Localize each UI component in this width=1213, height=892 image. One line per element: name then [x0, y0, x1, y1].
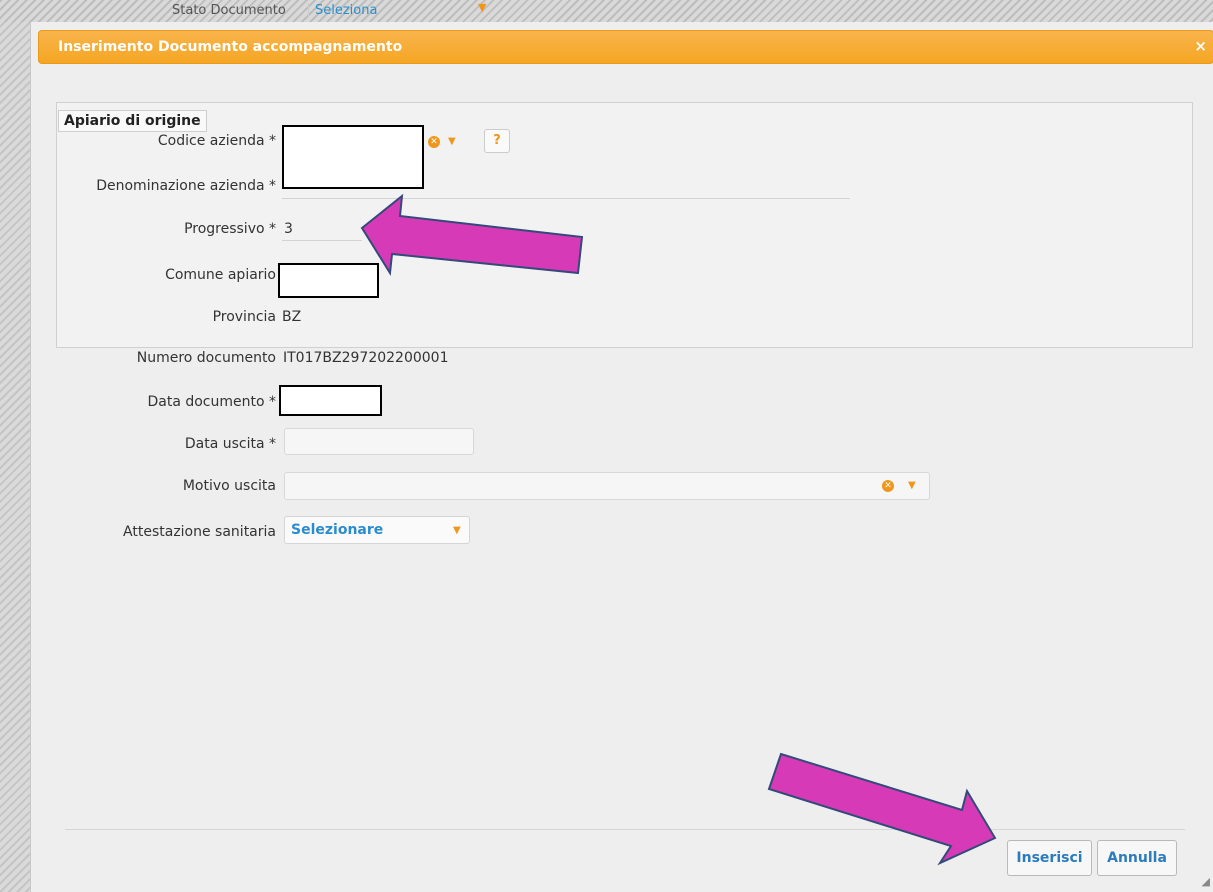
annotation-arrow-inserisci	[767, 752, 997, 866]
annotation-arrow-progressivo	[360, 193, 584, 277]
annotation-arrows	[360, 193, 997, 866]
